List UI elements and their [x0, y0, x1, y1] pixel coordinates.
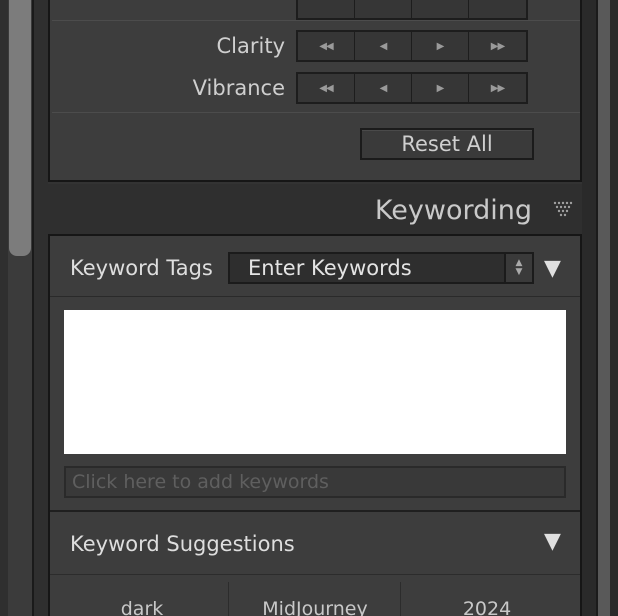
keyword-suggestion-item[interactable]: dark	[56, 598, 228, 616]
scrollbar-thumb[interactable]	[9, 0, 31, 256]
triangle-down-icon[interactable]: ▼	[544, 256, 561, 281]
right-panel-column: Clarity ◀◀ ◀ ▶ ▶▶ Vibrance ◀◀ ◀ ▶ ▶▶ Res…	[48, 0, 582, 616]
vibrance-increase-large-button[interactable]: ▶▶	[469, 74, 526, 102]
keywording-header[interactable]: Keywording	[48, 184, 582, 236]
vibrance-increase-button[interactable]: ▶	[412, 74, 469, 102]
divider	[50, 510, 580, 512]
divider	[52, 112, 580, 113]
clarity-decrease-large-button[interactable]: ◀◀	[298, 32, 355, 60]
step-button[interactable]	[355, 0, 412, 18]
divider	[50, 574, 580, 575]
clarity-increase-large-button[interactable]: ▶▶	[469, 32, 526, 60]
clarity-stepper: ◀◀ ◀ ▶ ▶▶	[296, 30, 528, 62]
reset-all-button[interactable]: Reset All	[360, 128, 534, 160]
keyword-suggestions-label: Keyword Suggestions	[70, 532, 295, 556]
vibrance-decrease-button[interactable]: ◀	[355, 74, 412, 102]
keywording-title: Keywording	[374, 195, 532, 226]
keywords-text-area[interactable]	[64, 310, 566, 454]
divider	[52, 20, 580, 21]
keyword-suggestion-item[interactable]: MidJourney	[229, 598, 401, 616]
keyword-tags-label: Keyword Tags	[70, 256, 213, 280]
up-down-arrows-icon: ▲ ▼	[504, 254, 532, 282]
clarity-increase-button[interactable]: ▶	[412, 32, 469, 60]
dotted-triangle-icon[interactable]	[552, 200, 574, 223]
keywording-panel: Keyword Tags Enter Keywords ▲ ▼ ▼ Click h…	[48, 234, 582, 616]
right-scrollbar[interactable]	[596, 0, 610, 616]
keyword-tags-mode-value: Enter Keywords	[248, 256, 412, 280]
clarity-decrease-button[interactable]: ◀	[355, 32, 412, 60]
divider	[50, 296, 580, 297]
quick-develop-panel: Clarity ◀◀ ◀ ▶ ▶▶ Vibrance ◀◀ ◀ ▶ ▶▶ Res…	[48, 0, 582, 182]
top-stepper-group	[296, 0, 528, 20]
vibrance-decrease-large-button[interactable]: ◀◀	[298, 74, 355, 102]
step-button[interactable]	[298, 0, 355, 18]
keyword-tags-mode-select[interactable]: Enter Keywords ▲ ▼	[228, 252, 534, 284]
step-button[interactable]	[412, 0, 469, 18]
step-button[interactable]	[469, 0, 526, 18]
clarity-label: Clarity	[216, 34, 286, 58]
triangle-down-icon[interactable]: ▼	[544, 529, 561, 554]
add-keywords-input[interactable]: Click here to add keywords	[64, 466, 566, 498]
vibrance-label: Vibrance	[192, 76, 285, 100]
vibrance-stepper: ◀◀ ◀ ▶ ▶▶	[296, 72, 528, 104]
keyword-suggestion-item[interactable]: 2024	[401, 598, 573, 616]
